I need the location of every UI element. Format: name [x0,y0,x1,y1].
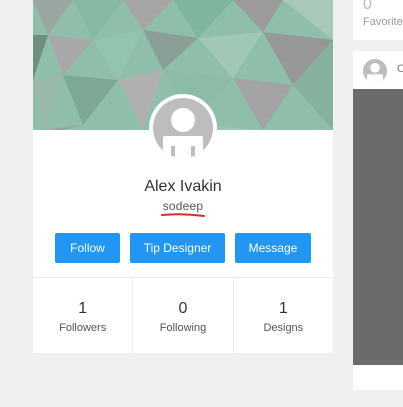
stat-label: Following [159,322,207,334]
stat-followers[interactable]: 1 Followers [33,278,134,353]
stat-label: Followers [59,322,107,334]
avatar[interactable] [149,94,217,162]
post-author-label: C [397,63,403,75]
user-avatar-icon [153,98,213,158]
profile-card: Alex Ivakin sodeep Follow Tip Designer M… [33,0,333,353]
stat-following[interactable]: 0 Following [133,278,234,353]
post-card[interactable]: C [353,51,403,390]
tip-designer-button[interactable]: Tip Designer [130,233,225,263]
profile-stats: 1 Followers 0 Following 1 Designs [33,277,333,353]
username-underline [161,213,205,217]
favorites-count: 0 [363,0,372,13]
post-image[interactable] [353,89,403,365]
stat-label: Designs [263,322,304,334]
stat-value: 1 [78,300,88,317]
message-button[interactable]: Message [235,233,311,263]
profile-username[interactable]: sodeep [33,199,333,213]
favorites-card[interactable]: 0 Favorites [353,0,403,40]
stat-value: 0 [178,300,188,317]
stat-value: 1 [278,300,288,317]
follow-button[interactable]: Follow [55,233,120,263]
stat-designs[interactable]: 1 Designs [234,278,333,353]
post-author-avatar-icon [363,59,387,83]
profile-name: Alex Ivakin [144,178,222,195]
favorites-label: Favorites [363,16,403,28]
